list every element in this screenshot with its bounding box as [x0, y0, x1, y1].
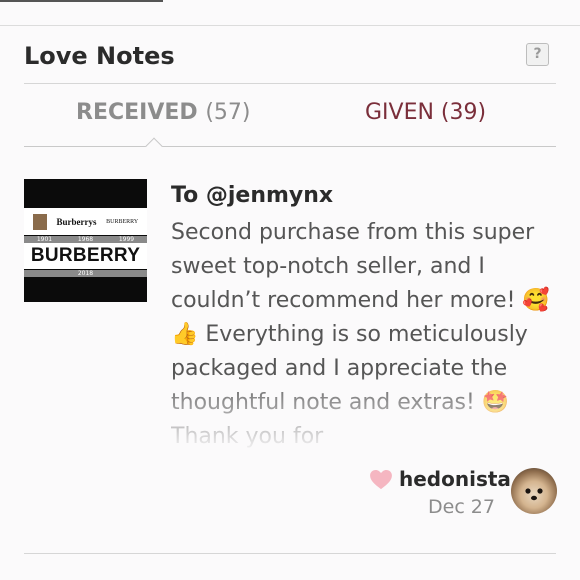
tab-given[interactable]: GIVEN (39) [365, 100, 486, 125]
help-icon[interactable]: ? [526, 43, 549, 66]
header-divider [24, 83, 556, 84]
knight-logo-icon [32, 213, 47, 230]
tab-received[interactable]: RECEIVED (57) [76, 100, 251, 125]
tab-received-count: (57) [205, 100, 251, 125]
tab-received-label: RECEIVED [76, 100, 198, 125]
top-scroll-rule [0, 0, 163, 2]
thumbnail-year: 1999 [118, 236, 135, 243]
thumbnail-years: 1901 1968 1999 [24, 236, 147, 243]
thumbnail-logo-band: Burberrys BURBERRY [24, 208, 147, 235]
thumbnail-year: 1968 [77, 236, 94, 243]
thumbnail-year: 1901 [36, 236, 53, 243]
thumbnail-brand: BURBERRY [24, 243, 147, 269]
note-recipient[interactable]: To @jenmynx [171, 183, 333, 208]
author-avatar[interactable] [511, 468, 557, 514]
note-text-fade [171, 372, 561, 454]
tabs-divider [24, 146, 556, 147]
page-title: Love Notes [24, 42, 175, 70]
active-tab-caret [145, 137, 163, 155]
thumbnail-year-bottom: 2018 [24, 270, 147, 277]
footer-divider [24, 553, 556, 554]
listing-thumbnail[interactable]: Burberrys BURBERRY 1901 1968 1999 BURBER… [24, 179, 147, 302]
thumbnail-logo-left: Burberrys [56, 216, 97, 227]
heart-icon [370, 470, 392, 490]
thumbnail-logo-right: BURBERRY [106, 218, 139, 225]
note-author[interactable]: hedonista [399, 467, 511, 491]
note-date: Dec 27 [428, 496, 495, 518]
top-border [0, 25, 580, 26]
dog-face-icon [525, 488, 543, 501]
